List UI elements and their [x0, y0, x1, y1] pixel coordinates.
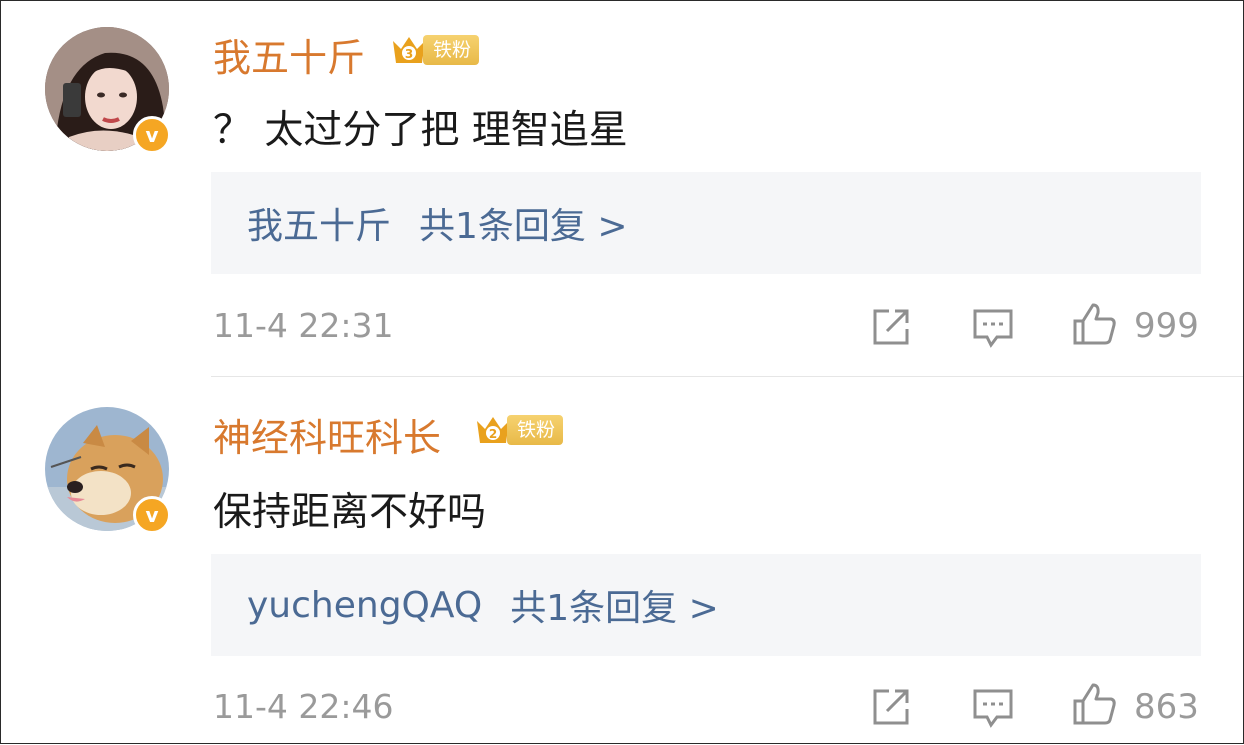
comment-item: v 神经科旺科长 2 铁粉 保持距离不好吗 yuchengQAQ 共1条回复 >…: [1, 377, 1244, 745]
share-icon[interactable]: [869, 685, 913, 729]
comment-text: ？ 太过分了把 理智追星: [213, 108, 628, 153]
share-icon[interactable]: [869, 305, 913, 349]
comment-icon[interactable]: [971, 305, 1015, 349]
thumbs-up-icon[interactable]: [1071, 301, 1117, 347]
fan-badge-label: 铁粉: [423, 35, 480, 65]
verified-badge: v: [133, 496, 171, 534]
comment-icon[interactable]: [971, 685, 1015, 729]
comment-timestamp: 11-4 22:46: [213, 687, 394, 726]
comment-timestamp: 11-4 22:31: [213, 306, 394, 345]
reply-count-link[interactable]: 共1条回复 >: [510, 579, 719, 631]
comment-list: v 我五十斤 3 铁粉 ？ 太过分了把 理智追星 我五十斤 共1条回复 > 11…: [0, 0, 1244, 744]
iron-fan-badge: 3 铁粉: [389, 31, 480, 69]
svg-text:3: 3: [405, 47, 413, 61]
reply-username[interactable]: 我五十斤: [247, 197, 391, 249]
iron-fan-badge: 2 铁粉: [473, 411, 564, 449]
reply-summary[interactable]: 我五十斤 共1条回复 >: [211, 172, 1201, 274]
thumbs-up-icon[interactable]: [1071, 681, 1117, 727]
reply-summary[interactable]: yuchengQAQ 共1条回复 >: [211, 554, 1201, 656]
fan-badge-label: 铁粉: [507, 415, 564, 445]
verified-badge: v: [133, 116, 171, 154]
like-count: 863: [1134, 687, 1199, 727]
username[interactable]: 我五十斤: [213, 27, 365, 82]
svg-text:2: 2: [489, 427, 497, 441]
username[interactable]: 神经科旺科长: [213, 407, 441, 462]
comment-text: 保持距离不好吗: [213, 490, 487, 535]
reply-username[interactable]: yuchengQAQ: [247, 585, 482, 626]
reply-count-link[interactable]: 共1条回复 >: [419, 197, 628, 249]
comment-item: v 我五十斤 3 铁粉 ？ 太过分了把 理智追星 我五十斤 共1条回复 > 11…: [1, 1, 1244, 376]
like-count: 999: [1134, 306, 1199, 346]
